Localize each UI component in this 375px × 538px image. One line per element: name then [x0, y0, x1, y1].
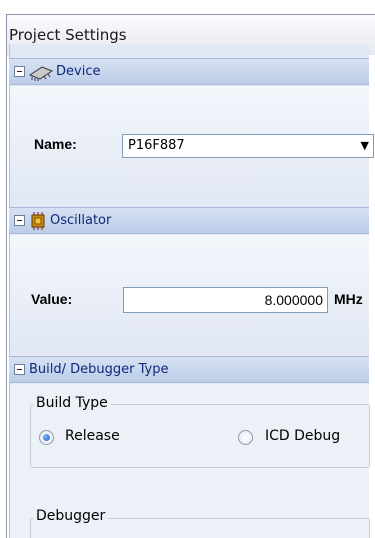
build-header-label: Build/ Debugger Type: [29, 362, 169, 377]
device-header-label: Device: [56, 64, 101, 79]
release-label[interactable]: Release: [65, 428, 120, 444]
collapse-build-icon[interactable]: [14, 364, 25, 375]
oscillator-header-label: Oscillator: [50, 213, 112, 228]
build-section-body: Build Type Release ICD Debug Debugger: [9, 384, 370, 538]
build-section-header[interactable]: Build/ Debugger Type: [9, 356, 369, 383]
collapse-device-icon[interactable]: [14, 66, 25, 77]
device-section-body: Name: P16F887 ▼: [9, 86, 374, 192]
oscillator-section-body: Value: 8.000000 MHz: [9, 235, 369, 341]
oscillator-section-header[interactable]: Oscillator: [9, 207, 369, 234]
value-label: Value:: [31, 291, 73, 307]
collapse-oscillator-icon[interactable]: [14, 215, 25, 226]
build-type-label: Build Type: [33, 395, 111, 411]
icd-debug-label[interactable]: ICD Debug: [265, 428, 340, 444]
icd-debug-radio[interactable]: [238, 430, 253, 445]
device-name-value: P16F887: [128, 138, 185, 153]
oscillator-value-input[interactable]: 8.000000: [123, 287, 328, 313]
name-label: Name:: [34, 136, 77, 152]
device-section-header[interactable]: Device: [9, 58, 369, 85]
debugger-label: Debugger: [33, 508, 109, 524]
frequency-unit: MHz: [334, 291, 363, 307]
chevron-down-icon[interactable]: ▼: [361, 135, 369, 157]
device-name-select[interactable]: P16F887 ▼: [122, 134, 374, 158]
release-radio[interactable]: [39, 430, 54, 445]
